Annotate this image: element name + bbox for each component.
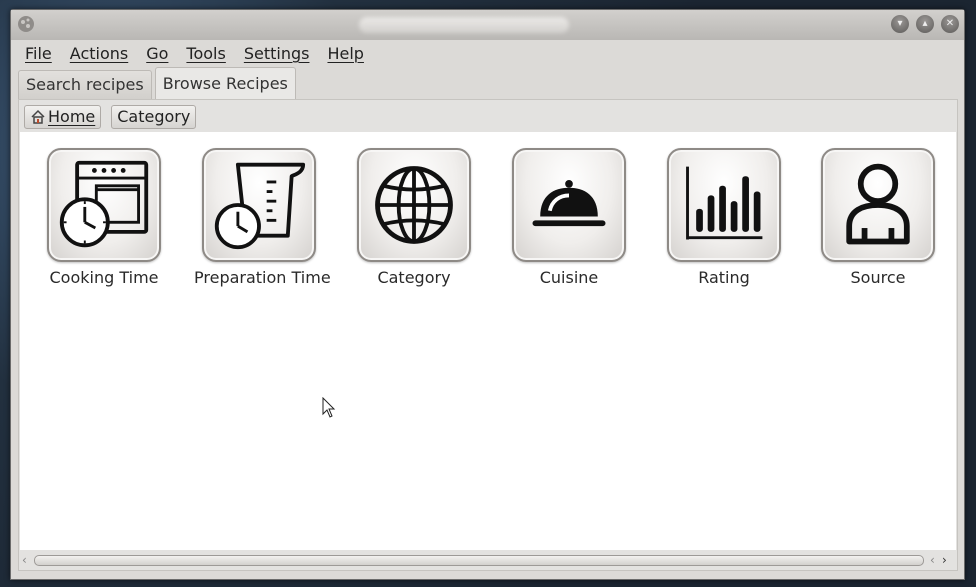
breadcrumb-home-label: Home: [48, 107, 96, 126]
tab-bar: Search recipes Browse Recipes: [18, 67, 299, 99]
tile-label: Rating: [698, 268, 750, 287]
tile-source[interactable]: Source: [813, 148, 943, 287]
bar-chart-icon: [686, 166, 763, 240]
breadcrumb: Home Category: [24, 105, 197, 129]
scroll-right-icon[interactable]: ›: [942, 552, 947, 568]
tab-search-recipes[interactable]: Search recipes: [18, 70, 152, 99]
breadcrumb-home-button[interactable]: Home: [24, 105, 102, 129]
tile-label: Source: [850, 268, 906, 287]
title-bar[interactable]: ▾ ▴ ✕: [11, 10, 964, 40]
menu-go[interactable]: Go: [137, 44, 177, 63]
scrollbar-thumb[interactable]: [34, 555, 924, 566]
source-button[interactable]: [821, 148, 935, 262]
person-icon: [846, 163, 910, 245]
horizontal-scrollbar[interactable]: ‹ ‹ ›: [20, 552, 956, 568]
application-window: ▾ ▴ ✕ File Actions Go Tools Settings Hel…: [10, 9, 965, 580]
scroll-left-icon[interactable]: ‹: [930, 552, 935, 568]
preparation-time-button[interactable]: [202, 148, 316, 262]
scroll-left-icon[interactable]: ‹: [22, 552, 34, 568]
tile-rating[interactable]: Rating: [659, 148, 789, 287]
browse-area: Cooking Time Preparation Time Category C…: [20, 132, 956, 550]
close-icon[interactable]: ✕: [941, 15, 959, 33]
tile-label: Category: [377, 268, 451, 287]
tile-preparation-time[interactable]: Preparation Time: [194, 148, 331, 287]
breadcrumb-category-label: Category: [117, 107, 191, 126]
rating-button[interactable]: [667, 148, 781, 262]
mouse-cursor-icon: [322, 397, 336, 418]
minimize-icon[interactable]: ▾: [891, 15, 909, 33]
app-icon[interactable]: [16, 14, 36, 34]
oven-clock-icon: [59, 160, 149, 248]
cooking-time-button[interactable]: [47, 148, 161, 262]
cloche-icon: [532, 180, 606, 227]
tile-label: Preparation Time: [194, 268, 331, 287]
tile-label: Cuisine: [539, 268, 599, 287]
tab-browse-recipes[interactable]: Browse Recipes: [154, 67, 296, 99]
home-icon: [31, 109, 45, 124]
measuring-cup-clock-icon: [214, 162, 306, 250]
menu-actions[interactable]: Actions: [61, 44, 137, 63]
menu-bar: File Actions Go Tools Settings Help: [11, 40, 964, 66]
category-button[interactable]: [357, 148, 471, 262]
tile-cooking-time[interactable]: Cooking Time: [39, 148, 169, 287]
breadcrumb-category-button[interactable]: Category: [111, 105, 197, 129]
browse-panel: Home Category Cooking Time Preparation T…: [18, 99, 958, 571]
tile-label: Cooking Time: [49, 268, 159, 287]
menu-file[interactable]: File: [16, 44, 61, 63]
menu-tools[interactable]: Tools: [177, 44, 234, 63]
menu-settings[interactable]: Settings: [235, 44, 319, 63]
tile-category[interactable]: Category: [349, 148, 479, 287]
globe-icon: [375, 166, 453, 244]
cuisine-button[interactable]: [512, 148, 626, 262]
window-title: [359, 17, 569, 33]
tile-cuisine[interactable]: Cuisine: [504, 148, 634, 287]
maximize-icon[interactable]: ▴: [916, 15, 934, 33]
menu-help[interactable]: Help: [318, 44, 372, 63]
